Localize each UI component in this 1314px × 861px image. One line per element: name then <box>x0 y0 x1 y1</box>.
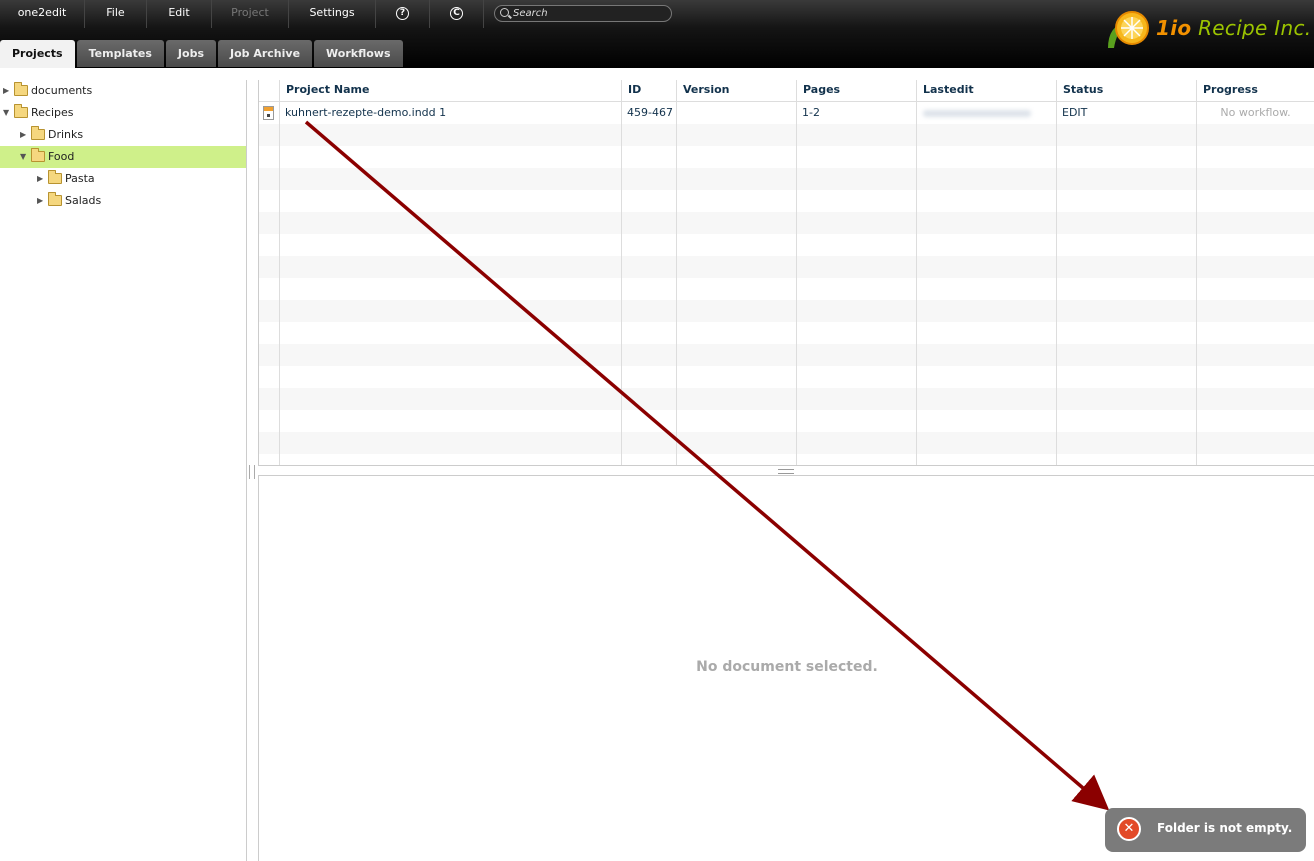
column-divider <box>621 80 622 465</box>
tree-item-documents[interactable]: ▶ documents <box>0 80 246 102</box>
tab-job-archive[interactable]: Job Archive <box>218 40 313 67</box>
horizontal-splitter-handle[interactable] <box>258 465 1314 476</box>
cell-id: 459-467 <box>627 106 673 119</box>
collapse-arrow-icon[interactable]: ▼ <box>3 102 9 124</box>
cell-pages: 1-2 <box>802 106 820 119</box>
table-row-empty <box>259 366 1314 388</box>
table-row-empty <box>259 454 1314 465</box>
collapse-arrow-icon[interactable]: ▼ <box>20 146 26 168</box>
folder-icon <box>14 82 28 96</box>
menu-file[interactable]: File <box>85 0 147 28</box>
cell-project-name: kuhnert-rezepte-demo.indd 1 <box>285 106 447 119</box>
column-header-lastedit[interactable]: Lastedit <box>916 80 1056 101</box>
expand-arrow-icon[interactable]: ▶ <box>37 168 43 190</box>
tab-jobs[interactable]: Jobs <box>165 40 216 67</box>
help-button[interactable]: ? <box>376 0 430 28</box>
open-folder-icon <box>14 104 28 118</box>
menu-project[interactable]: Project <box>212 0 289 28</box>
error-toast[interactable]: ✕ Folder is not empty. <box>1105 808 1306 852</box>
toast-message: Folder is not empty. <box>1157 821 1293 835</box>
close-icon: ✕ <box>1117 817 1141 841</box>
orange-slice-icon <box>1108 11 1149 48</box>
table-row-empty <box>259 278 1314 300</box>
search-icon <box>500 8 509 17</box>
column-header-id[interactable]: ID <box>621 80 676 101</box>
column-divider <box>279 80 280 465</box>
grip-icon <box>778 469 794 474</box>
cell-lastedit-redacted <box>923 110 1031 117</box>
expand-arrow-icon[interactable]: ▶ <box>3 80 9 102</box>
column-header-project-name[interactable]: Project Name <box>279 80 621 101</box>
vertical-splitter-handle[interactable] <box>249 465 255 479</box>
menu-edit[interactable]: Edit <box>147 0 212 28</box>
table-row-empty <box>259 410 1314 432</box>
column-divider <box>676 80 677 465</box>
detail-panel: No document selected. <box>258 476 1314 861</box>
brand-name: 1io Recipe Inc. <box>1156 16 1311 40</box>
tree-item-drinks[interactable]: ▶ Drinks <box>0 124 246 146</box>
column-header-pages[interactable]: Pages <box>796 80 916 101</box>
table-row-empty <box>259 322 1314 344</box>
tab-templates[interactable]: Templates <box>76 40 164 67</box>
table-row-empty <box>259 124 1314 146</box>
empty-state-message: No document selected. <box>696 659 878 675</box>
table-row-empty <box>259 234 1314 256</box>
table-row-empty <box>259 168 1314 190</box>
copyright-icon: C <box>450 6 463 20</box>
folder-tree: ▶ documents ▼ Recipes ▶ Drinks ▼ Food ▶ … <box>0 80 247 861</box>
open-folder-icon <box>31 148 45 162</box>
table-row-empty <box>259 344 1314 366</box>
tree-item-label: Drinks <box>48 128 84 141</box>
column-divider <box>916 80 917 465</box>
column-divider <box>796 80 797 465</box>
tree-item-pasta[interactable]: ▶ Pasta <box>0 168 246 190</box>
menu-app[interactable]: one2edit <box>0 0 85 28</box>
column-header-status[interactable]: Status <box>1056 80 1196 101</box>
menu-bar: one2edit File Edit Project Settings ? C <box>0 0 484 28</box>
tree-item-label: Pasta <box>65 172 95 185</box>
tree-item-label: Salads <box>65 194 102 207</box>
top-bar: one2edit File Edit Project Settings ? C … <box>0 0 1314 68</box>
table-row-empty <box>259 146 1314 168</box>
tab-workflows[interactable]: Workflows <box>314 40 403 67</box>
menu-settings[interactable]: Settings <box>289 0 376 28</box>
tree-item-salads[interactable]: ▶ Salads <box>0 190 246 212</box>
brand-logo: 1io Recipe Inc. <box>1104 8 1311 52</box>
expand-arrow-icon[interactable]: ▶ <box>20 124 26 146</box>
indesign-document-icon <box>263 106 274 120</box>
table-row-empty <box>259 256 1314 278</box>
column-header-progress[interactable]: Progress <box>1196 80 1314 101</box>
tree-item-recipes[interactable]: ▼ Recipes <box>0 102 246 124</box>
tree-item-label: Recipes <box>31 106 74 119</box>
help-icon: ? <box>396 6 409 20</box>
folder-icon <box>48 192 62 206</box>
table-header: Project Name ID Version Pages Lastedit S… <box>259 80 1314 102</box>
column-divider <box>1056 80 1057 465</box>
brand-number: 1io <box>1156 16 1192 40</box>
tree-item-label: Food <box>48 150 75 163</box>
search-placeholder: Search <box>513 8 548 19</box>
tab-projects[interactable]: Projects <box>0 40 75 68</box>
folder-icon <box>48 170 62 184</box>
table-row-empty <box>259 300 1314 322</box>
table-row-empty <box>259 212 1314 234</box>
cell-version <box>676 102 796 124</box>
table-row-empty <box>259 432 1314 454</box>
cell-progress: No workflow. <box>1220 106 1291 119</box>
brand-title: Recipe Inc. <box>1198 16 1312 40</box>
copyright-button[interactable]: C <box>430 0 484 28</box>
search-input[interactable]: Search <box>494 5 672 22</box>
expand-arrow-icon[interactable]: ▶ <box>37 190 43 212</box>
column-header-version[interactable]: Version <box>676 80 796 101</box>
tree-item-food[interactable]: ▼ Food <box>0 146 246 168</box>
project-table: Project Name ID Version Pages Lastedit S… <box>258 80 1314 465</box>
folder-icon <box>31 126 45 140</box>
column-divider <box>1196 80 1197 465</box>
table-row-empty <box>259 388 1314 410</box>
main-tabs: Projects Templates Jobs Job Archive Work… <box>0 40 405 68</box>
cell-status: EDIT <box>1062 106 1088 119</box>
table-row-empty <box>259 190 1314 212</box>
tree-item-label: documents <box>31 84 93 97</box>
